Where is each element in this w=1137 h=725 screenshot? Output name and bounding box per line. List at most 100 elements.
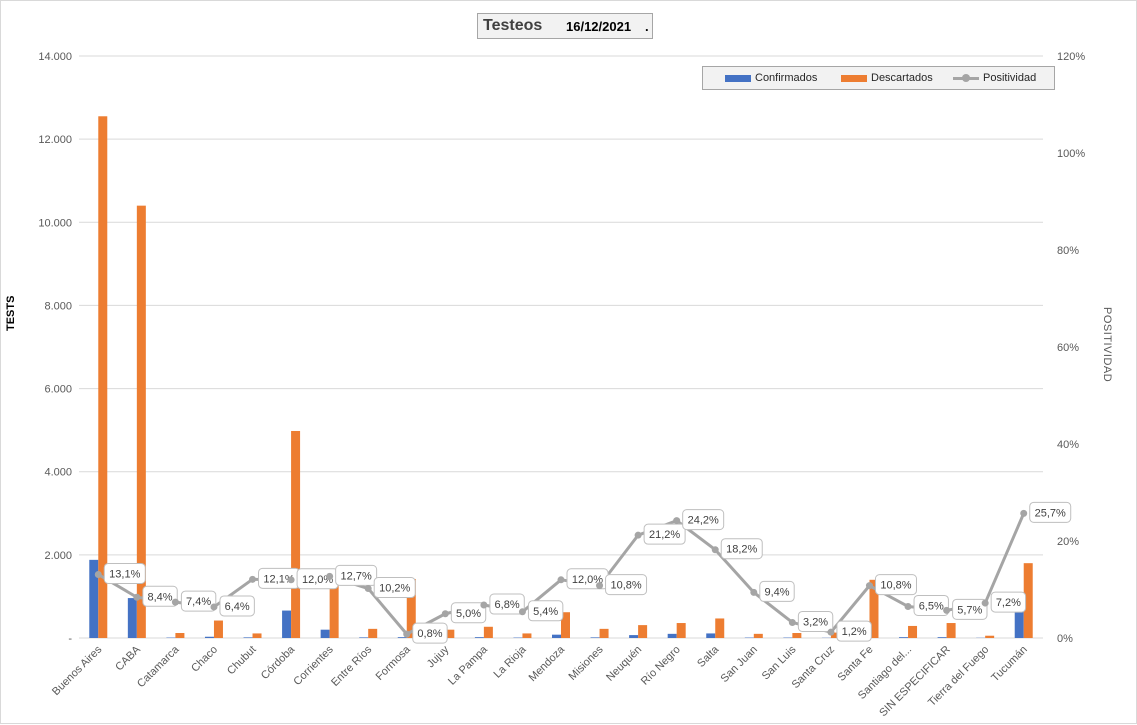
data-label: 7,4% — [186, 596, 211, 608]
bar-confirmados — [938, 637, 947, 638]
legend-label-positividad: Positividad — [983, 72, 1036, 84]
y2-tick-label: 20% — [1057, 536, 1079, 548]
positividad-point — [712, 546, 719, 553]
data-label: 7,2% — [996, 597, 1021, 609]
bar-confirmados — [282, 611, 291, 638]
data-label: 21,2% — [649, 529, 680, 541]
bar-descartados — [638, 625, 647, 638]
x-tick-label: San Luis — [760, 643, 799, 682]
positividad-point — [365, 585, 372, 592]
bar-descartados — [214, 621, 223, 638]
positividad-point — [403, 631, 410, 638]
positividad-point — [95, 571, 102, 578]
y2-tick-label: 100% — [1057, 148, 1085, 160]
positividad-point — [635, 532, 642, 539]
x-tick-label: La Rioja — [492, 643, 530, 681]
x-tick-label: Río Negro — [639, 644, 683, 688]
bar-descartados — [253, 633, 262, 638]
chart-container: -2.0004.0006.0008.00010.00012.00014.0000… — [0, 0, 1137, 724]
x-tick-label: Jujuy — [425, 643, 452, 670]
y-tick-label: - — [68, 633, 72, 645]
bar-confirmados — [244, 637, 253, 638]
y-tick-label: 14.000 — [38, 51, 72, 63]
x-tick-label: Tucumán — [989, 644, 1030, 685]
bar-confirmados — [668, 634, 677, 638]
positividad-point — [982, 600, 989, 607]
legend-swatch-descartados — [841, 75, 867, 82]
y2-tick-label: 120% — [1057, 51, 1085, 63]
positividad-point — [288, 576, 295, 583]
data-label: 12,7% — [341, 570, 372, 582]
data-label: 6,5% — [919, 600, 944, 612]
positividad-point — [750, 589, 757, 596]
bar-confirmados — [591, 637, 600, 638]
positividad-point — [442, 610, 449, 617]
data-label: 18,2% — [726, 544, 757, 556]
legend-swatch-positividad — [953, 73, 979, 83]
x-tick-label: Catamarca — [135, 643, 182, 690]
bar-descartados — [908, 626, 917, 638]
positividad-point — [519, 608, 526, 615]
legend-label-descartados: Descartados — [871, 72, 933, 84]
bar-confirmados — [552, 635, 561, 638]
chart-title-dot: . — [645, 19, 649, 34]
x-tick-label: Santa Fe — [836, 644, 876, 684]
bar-descartados — [715, 618, 724, 638]
chart-plot: -2.0004.0006.0008.00010.00012.00014.0000… — [1, 1, 1137, 725]
bar-confirmados — [359, 637, 368, 638]
x-tick-label: CABA — [113, 643, 143, 673]
x-tick-label: Entre Ríos — [329, 643, 375, 689]
chart-date: 16/12/2021 — [566, 19, 631, 34]
x-tick-label: Córdoba — [259, 643, 298, 682]
data-label: 1,2% — [842, 626, 867, 638]
x-tick-label: Formosa — [374, 643, 414, 683]
x-tick-label: Neuquén — [604, 644, 644, 684]
y2-tick-label: 40% — [1057, 439, 1079, 451]
bar-descartados — [600, 629, 609, 638]
data-label: 5,7% — [957, 604, 982, 616]
positividad-point — [673, 517, 680, 524]
positividad-point — [866, 582, 873, 589]
data-label: 10,2% — [379, 583, 410, 595]
positividad-point — [249, 576, 256, 583]
data-label: 5,0% — [456, 608, 481, 620]
bar-descartados — [368, 629, 377, 638]
bar-confirmados — [1015, 611, 1024, 638]
bar-descartados — [792, 633, 801, 638]
positividad-point — [789, 619, 796, 626]
legend-item-confirmados: Confirmados — [725, 72, 817, 84]
positividad-point — [596, 582, 603, 589]
bar-confirmados — [128, 598, 137, 638]
x-tick-label: Chubut — [225, 644, 259, 678]
y-axis-title: TESTS — [5, 296, 17, 331]
legend-swatch-confirmados — [725, 75, 751, 82]
data-label: 5,4% — [533, 606, 558, 618]
positividad-point — [210, 603, 217, 610]
x-tick-label: Salta — [695, 643, 722, 670]
x-tick-label: SIN ESPECIFICAR — [877, 644, 953, 720]
data-label: 24,2% — [688, 515, 719, 527]
chart-legend: Confirmados Descartados Positividad — [702, 66, 1055, 90]
data-label: 8,4% — [148, 591, 173, 603]
x-tick-label: La Pampa — [446, 643, 491, 688]
bar-descartados — [677, 623, 686, 638]
data-label: 9,4% — [764, 586, 789, 598]
bar-descartados — [98, 116, 107, 638]
y2-tick-label: 60% — [1057, 342, 1079, 354]
positividad-point — [172, 599, 179, 606]
bar-descartados — [522, 633, 531, 638]
y-tick-label: 6.000 — [44, 384, 72, 396]
positividad-point — [943, 607, 950, 614]
x-tick-label: Buenos Aires — [50, 643, 105, 698]
x-tick-label: San Juan — [719, 644, 760, 685]
x-tick-label: Misiones — [567, 643, 607, 683]
y-tick-label: 8.000 — [44, 300, 72, 312]
y2-tick-label: 80% — [1057, 245, 1079, 257]
bar-confirmados — [706, 633, 715, 638]
data-label: 10,8% — [610, 580, 641, 592]
bar-confirmados — [475, 637, 484, 638]
y2-tick-label: 0% — [1057, 633, 1073, 645]
data-label: 10,8% — [880, 580, 911, 592]
data-label: 0,8% — [417, 628, 442, 640]
bar-descartados — [484, 627, 493, 638]
